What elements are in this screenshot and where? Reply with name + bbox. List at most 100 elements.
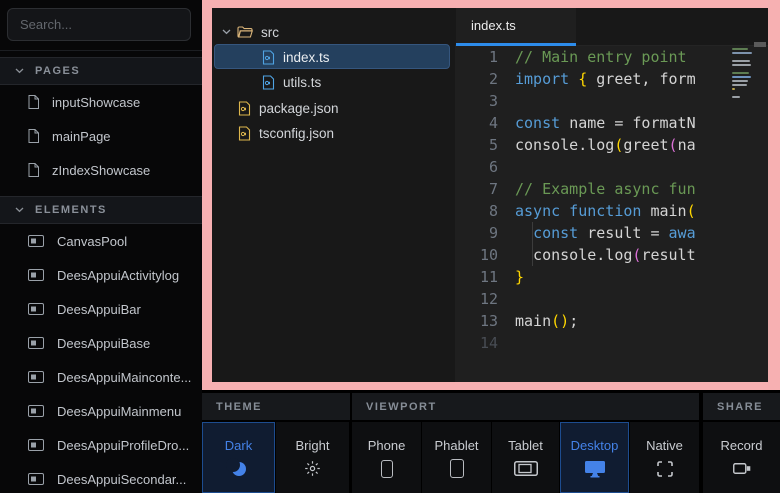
fullscreen-corners-icon [657, 461, 673, 477]
code-area[interactable]: 1// Main entry point 2import { greet, fo… [455, 46, 768, 382]
line-number: 2 [455, 68, 515, 90]
section-label: ELEMENTS [35, 204, 107, 216]
component-icon [28, 371, 44, 383]
chevron-down-icon [15, 207, 24, 213]
chevron-down-icon [222, 29, 231, 35]
tab-label: index.ts [471, 18, 516, 33]
tree-file-package-json[interactable]: package.json [212, 96, 455, 120]
minimap-line [732, 64, 751, 66]
section-header-pages[interactable]: PAGES [0, 57, 202, 85]
chevron-down-icon [15, 68, 24, 74]
tablet-icon [514, 461, 538, 476]
minimap-line [732, 48, 748, 50]
button-label: Desktop [571, 438, 619, 453]
button-label: Phablet [434, 438, 478, 453]
code-line: 8async function main( [455, 200, 768, 222]
section-label: SHARE [717, 401, 763, 413]
tab-index-ts[interactable]: index.ts [456, 8, 576, 46]
sidebar-item-canvaspool[interactable]: CanvasPool [0, 224, 202, 258]
document-icon [28, 163, 39, 177]
tree-file-tsconfig-json[interactable]: tsconfig.json [212, 121, 455, 145]
phone-icon [381, 460, 393, 478]
line-number: 4 [455, 112, 515, 134]
sidebar-item-deesappuimainmenu[interactable]: DeesAppuiMainmenu [0, 394, 202, 428]
moon-icon [232, 462, 246, 476]
share-record-button[interactable]: Record [703, 422, 780, 493]
component-icon [28, 439, 44, 451]
tree-file-utils-ts[interactable]: utils.ts [212, 70, 455, 94]
section-label: THEME [216, 401, 262, 413]
sidebar-item-deesappuisecondarymenu[interactable]: DeesAppuiSecondar... [0, 462, 202, 493]
code-line: 6 [455, 156, 768, 178]
minimap-line [732, 76, 751, 78]
button-label: Record [721, 438, 763, 453]
indent-guide [532, 244, 533, 266]
viewport-phablet-button[interactable]: Phablet [422, 422, 491, 493]
phablet-icon [450, 459, 464, 478]
sidebar-item-deesappuiactivitylog[interactable]: DeesAppuiActivitylog [0, 258, 202, 292]
minimap-line [732, 80, 748, 82]
app-window: PAGES inputShowcase mainPage zIndexShowc… [0, 0, 780, 493]
document-icon [28, 129, 39, 143]
minimap-line [732, 72, 749, 74]
divider [0, 50, 202, 51]
viewport-tablet-button[interactable]: Tablet [492, 422, 559, 493]
code-line: 9 const result = awa [455, 222, 768, 244]
viewport-native-button[interactable]: Native [630, 422, 699, 493]
sidebar-item-inputShowcase[interactable]: inputShowcase [0, 85, 202, 119]
file-tree: src index.ts utils.ts package.json tscon [212, 8, 455, 382]
code-line: 2import { greet, form [455, 68, 768, 90]
viewport-desktop-button[interactable]: Desktop [560, 422, 629, 493]
sidebar-item-deesappuiprofiledropdown[interactable]: DeesAppuiProfileDro... [0, 428, 202, 462]
code-line: 4const name = formatN [455, 112, 768, 134]
file-name: index.ts [283, 50, 330, 65]
indent-guide [532, 222, 533, 244]
code-line: 5console.log(greet(na [455, 134, 768, 156]
tree-folder-src[interactable]: src [212, 20, 455, 44]
line-number: 12 [455, 288, 515, 310]
sidebar: PAGES inputShowcase mainPage zIndexShowc… [0, 0, 202, 493]
line-number: 10 [455, 244, 515, 266]
sidebar-item-label: DeesAppuiActivitylog [57, 268, 179, 283]
preview-viewport-highlight: src index.ts utils.ts package.json tscon [202, 0, 780, 390]
sidebar-item-deesappuimaincontent[interactable]: DeesAppuiMainconte... [0, 360, 202, 394]
tab-bar: index.ts [455, 8, 768, 46]
viewport-phone-button[interactable]: Phone [352, 422, 421, 493]
section-label: PAGES [35, 65, 80, 77]
line-number: 11 [455, 266, 515, 288]
component-icon [28, 405, 44, 417]
theme-dark-button[interactable]: Dark [202, 422, 275, 493]
file-name: utils.ts [283, 75, 321, 90]
search-input[interactable] [7, 8, 191, 41]
line-number: 13 [455, 310, 515, 332]
minimap[interactable] [732, 48, 756, 138]
sidebar-item-label: DeesAppuiBar [57, 302, 141, 317]
sidebar-item-zIndexShowcase[interactable]: zIndexShowcase [0, 153, 202, 187]
sidebar-item-label: DeesAppuiMainmenu [57, 404, 181, 419]
properties-toolbar: THEME VIEWPORT SHARE Dark Bright Phone P… [202, 393, 780, 493]
minimap-line [732, 84, 747, 86]
file-name: tsconfig.json [259, 126, 334, 141]
tree-file-index-ts[interactable]: index.ts [212, 45, 455, 69]
component-icon [28, 473, 44, 485]
sidebar-item-label: zIndexShowcase [52, 163, 150, 178]
sidebar-item-deesappuibar[interactable]: DeesAppuiBar [0, 292, 202, 326]
file-name: package.json [259, 101, 339, 116]
code-line: 7// Example async fun [455, 178, 768, 200]
code-editor: index.ts 1// Main entry point 2import { … [455, 8, 768, 382]
code-line: 13main(); [455, 310, 768, 332]
component-icon [28, 235, 44, 247]
component-icon [28, 337, 44, 349]
search-box [7, 8, 191, 41]
component-icon [28, 269, 44, 281]
folder-open-icon [237, 26, 253, 39]
theme-bright-button[interactable]: Bright [276, 422, 349, 493]
line-number: 6 [455, 156, 515, 178]
section-header-elements[interactable]: ELEMENTS [0, 196, 202, 224]
scrollbar-thumb[interactable] [754, 42, 766, 47]
sidebar-item-deesappuibase[interactable]: DeesAppuiBase [0, 326, 202, 360]
sun-icon [304, 460, 321, 477]
sidebar-item-mainPage[interactable]: mainPage [0, 119, 202, 153]
button-label: Native [646, 438, 683, 453]
json-file-icon [238, 126, 251, 141]
